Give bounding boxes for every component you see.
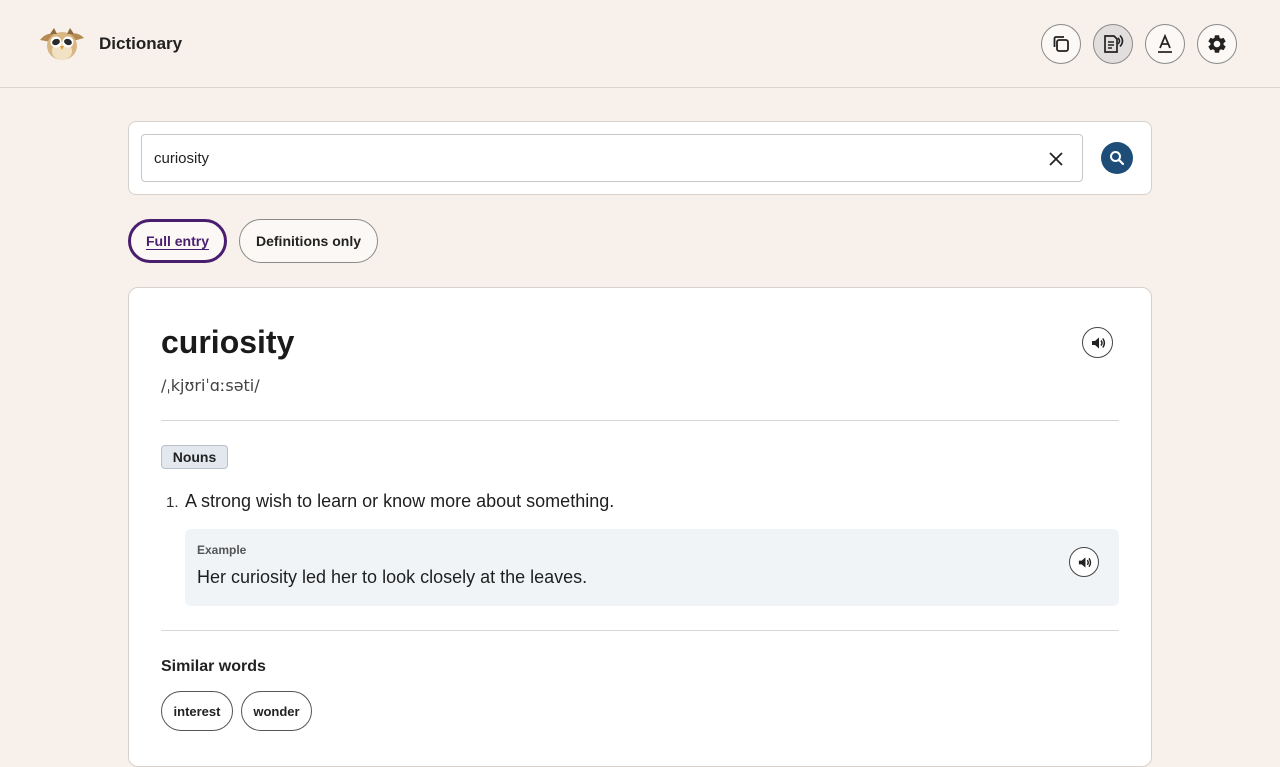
definition-text: A strong wish to learn or know more abou…: [185, 491, 615, 511]
similar-word-chip[interactable]: wonder: [241, 691, 312, 731]
entry-word: curiosity: [161, 324, 295, 360]
part-of-speech-badge: Nouns: [161, 445, 228, 469]
similar-word-chip[interactable]: interest: [161, 691, 233, 731]
search-input[interactable]: [141, 134, 1083, 182]
settings-button[interactable]: [1197, 24, 1237, 64]
play-word-audio-button[interactable]: [1082, 327, 1113, 358]
close-icon: [1049, 152, 1063, 166]
search-button[interactable]: [1101, 142, 1133, 174]
definition-number: 1.: [166, 494, 179, 511]
full-entry-label: Full entry: [145, 233, 209, 249]
example-text: Her curiosity led her to look closely at…: [197, 567, 588, 587]
search-icon: [1110, 151, 1125, 166]
play-example-audio-button[interactable]: [1069, 547, 1099, 577]
top-bar: Dictionary: [0, 0, 1280, 88]
app-title: Dictionary: [99, 34, 183, 53]
read-aloud-icon: [1104, 34, 1124, 53]
example-label: Example: [197, 543, 247, 557]
definitions-only-button[interactable]: Definitions only: [239, 219, 378, 263]
settings-gear-icon: [1208, 35, 1226, 53]
copy-button[interactable]: [1041, 24, 1081, 64]
owl-logo: [38, 22, 86, 64]
speaker-icon: [1091, 337, 1105, 348]
similar-words-heading: Similar words: [161, 658, 266, 675]
pronunciation: /ˌkjʊriˈɑːsəti/: [161, 376, 260, 395]
divider: [161, 630, 1119, 631]
copy-icon: [1053, 36, 1069, 52]
entry-card: curiosity /ˌkjʊriˈɑːsəti/ Nouns 1. A str…: [128, 287, 1152, 767]
text-style-button[interactable]: [1145, 24, 1185, 64]
read-aloud-button[interactable]: [1093, 24, 1133, 64]
speaker-icon: [1078, 556, 1091, 568]
divider: [161, 420, 1119, 421]
clear-search-button[interactable]: [1045, 148, 1067, 170]
full-entry-button[interactable]: Full entry: [128, 219, 227, 263]
example-box: Example Her curiosity led her to look cl…: [185, 529, 1119, 606]
definitions-only-label: Definitions only: [256, 233, 361, 249]
search-panel: [128, 121, 1152, 195]
text-style-icon: [1158, 34, 1172, 53]
